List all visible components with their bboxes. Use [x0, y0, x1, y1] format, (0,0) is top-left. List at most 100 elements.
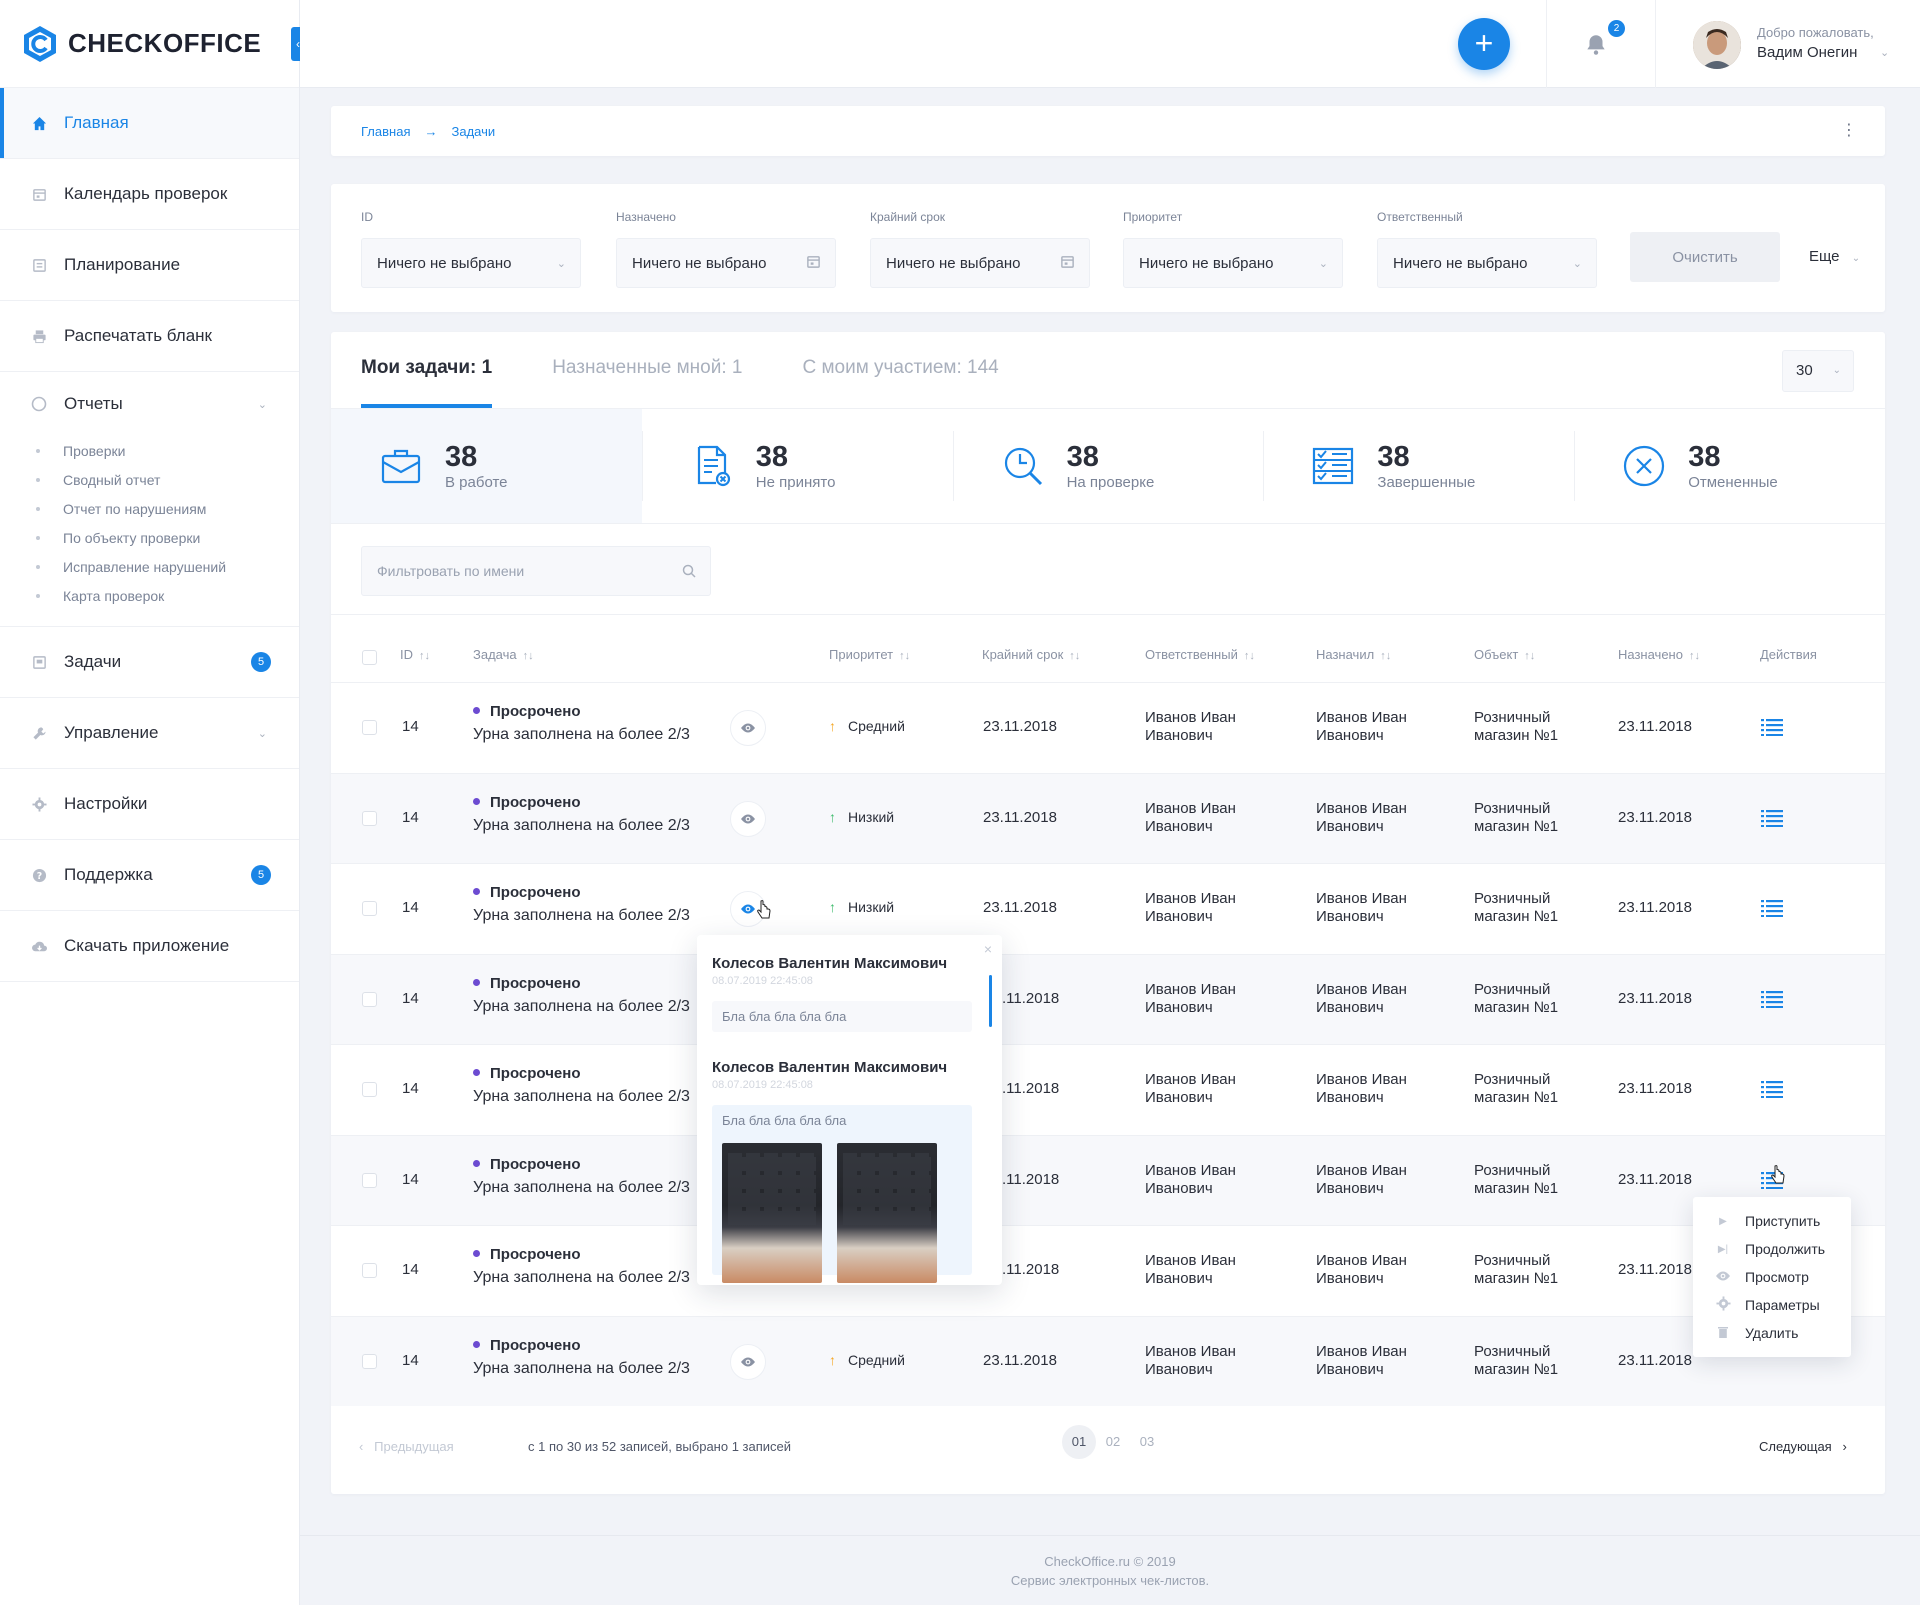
list-icon[interactable] [1761, 718, 1783, 736]
sidebar-subitem[interactable]: Отчет по нарушениям [0, 494, 299, 523]
stat-card[interactable]: 38 На проверке [952, 409, 1264, 523]
sidebar-item-calendar[interactable]: Календарь проверок [0, 159, 299, 230]
row-checkbox[interactable] [362, 991, 377, 1007]
filter-select[interactable]: Ничего не выбрано ⌄ [1377, 238, 1597, 288]
row-checkbox[interactable] [362, 1172, 377, 1188]
menu-item-skip[interactable]: ▶| Продолжить [1693, 1235, 1851, 1263]
page-size-select[interactable]: 30 ⌄ [1782, 350, 1854, 392]
sidebar-subitem[interactable]: Проверки [0, 436, 299, 465]
column-header[interactable]: Ответственный ↑↓ [1145, 647, 1255, 662]
sidebar-subitem[interactable]: Карта проверок [0, 581, 299, 610]
view-comments-button[interactable] [730, 710, 766, 746]
tab-2[interactable]: С моим участием: 144 [802, 332, 998, 408]
menu-item-gear[interactable]: Параметры [1693, 1291, 1851, 1319]
more-filters-button[interactable]: Еще ⌄ [1809, 248, 1860, 265]
sidebar-item-reports[interactable]: Отчеты ⌄ [0, 372, 299, 436]
filter-select[interactable]: Ничего не выбрано ⌄ [361, 238, 581, 288]
filter-select[interactable]: Ничего не выбрано [870, 238, 1090, 288]
row-checkbox[interactable] [362, 810, 377, 826]
add-button[interactable]: + [1458, 18, 1510, 70]
stat-card[interactable]: 38 Отмененные [1574, 409, 1885, 523]
status-dot [473, 978, 480, 986]
sidebar-item-help[interactable]: ? Поддержка 5 [0, 840, 299, 911]
attachment-photo[interactable] [837, 1143, 937, 1283]
row-checkbox[interactable] [362, 1353, 377, 1369]
sidebar-subitem[interactable]: Сводный отчет [0, 465, 299, 494]
close-icon[interactable]: × [984, 941, 992, 957]
task-status: Просрочено [473, 975, 690, 992]
page-02[interactable]: 02 [1096, 1425, 1130, 1459]
sidebar-item-home[interactable]: Главная [0, 88, 299, 159]
column-header[interactable]: Назначил ↑↓ [1316, 647, 1391, 662]
table-row[interactable]: 14 Просрочено Урна заполнена на более 2/3 ↑… [331, 1315, 1885, 1406]
sidebar-subitem[interactable]: По объекту проверки [0, 523, 299, 552]
menu-item-play[interactable]: ▶ Приступить [1693, 1207, 1851, 1235]
sidebar-item-cloud-download[interactable]: Скачать приложение [0, 911, 299, 982]
row-checkbox[interactable] [362, 1082, 377, 1097]
task-cell[interactable]: Просрочено Урна заполнена на более 2/3 [473, 1337, 690, 1378]
filter-select[interactable]: Ничего не выбрано [616, 238, 836, 288]
task-cell[interactable]: Просрочено Урна заполнена на более 2/3 [473, 794, 690, 835]
select-all-checkbox[interactable] [362, 650, 377, 665]
task-cell[interactable]: Просрочено Урна заполнена на более 2/3 [473, 1246, 690, 1287]
avatar[interactable] [1693, 21, 1741, 69]
status-dot [473, 797, 480, 805]
bell-icon[interactable] [1583, 32, 1609, 58]
filter-select[interactable]: Ничего не выбрано ⌄ [1123, 238, 1343, 288]
row-checkbox[interactable] [362, 901, 377, 916]
table-row[interactable]: 14 Просрочено Урна заполнена на более 2/3 ↑… [331, 682, 1885, 772]
logo[interactable]: CHECKOFFICE ‹ [0, 0, 305, 88]
view-comments-button[interactable] [730, 1343, 766, 1380]
menu-item-trash[interactable]: Удалить [1693, 1319, 1851, 1347]
task-cell[interactable]: Просрочено Урна заполнена на более 2/3 [473, 975, 690, 1016]
attachment-photo[interactable] [722, 1143, 822, 1283]
search-input[interactable]: Фильтровать по имени [361, 546, 711, 596]
column-header[interactable]: Приоритет ↑↓ [829, 647, 910, 662]
page-01[interactable]: 01 [1062, 1425, 1096, 1459]
stat-card[interactable]: 38 Завершенные [1263, 409, 1574, 523]
prev-page-button[interactable]: ‹ Предыдущая [359, 1439, 454, 1454]
column-header[interactable]: Крайний срок ↑↓ [982, 647, 1080, 662]
column-header[interactable]: Задача ↑↓ [473, 647, 534, 662]
sidebar-subitem[interactable]: Исправление нарушений [0, 552, 299, 581]
task-cell[interactable]: Просрочено Урна заполнена на более 2/3 [473, 1065, 690, 1106]
column-header[interactable]: Объект ↑↓ [1474, 647, 1535, 662]
chevron-down-icon[interactable]: ⌄ [1880, 46, 1889, 59]
table-row[interactable]: 14 Просрочено Урна заполнена на более 2/3.… [331, 953, 1885, 1044]
sidebar-item-gear[interactable]: Настройки [0, 769, 299, 840]
stat-card[interactable]: 38 В работе [331, 409, 642, 523]
menu-item-eye[interactable]: Просмотр [1693, 1263, 1851, 1291]
row-checkbox[interactable] [362, 1263, 377, 1278]
tab-0[interactable]: Мои задачи: 1 [361, 332, 493, 408]
sidebar-item-planning[interactable]: Планирование [0, 230, 299, 301]
breadcrumb-home[interactable]: Главная [361, 124, 410, 139]
table-row[interactable]: 14 Просрочено Урна заполнена на более 2/3.… [331, 1225, 1885, 1315]
task-cell[interactable]: Просрочено Урна заполнена на более 2/3 [473, 703, 690, 744]
scrollbar[interactable] [989, 975, 992, 1027]
tab-1[interactable]: Назначенные мной: 1 [552, 332, 742, 408]
list-icon[interactable] [1761, 990, 1783, 1008]
table-row[interactable]: 14 Просрочено Урна заполнена на более 2/3.… [331, 1134, 1885, 1225]
column-header[interactable]: Назначено ↑↓ [1618, 647, 1700, 662]
clear-filters-button[interactable]: Очистить [1630, 232, 1780, 282]
stat-card[interactable]: 38 Не принято [641, 409, 953, 523]
table-row[interactable]: 14 Просрочено Урна заполнена на более 2/3 ↑… [331, 863, 1885, 953]
more-vertical-icon[interactable]: ⋮ [1841, 120, 1857, 140]
table-row[interactable]: 14 Просрочено Урна заполнена на более 2/3.… [331, 1044, 1885, 1134]
view-comments-button[interactable] [730, 800, 766, 837]
sidebar-item-printer[interactable]: Распечатать бланк [0, 301, 299, 372]
sidebar-item-wrench[interactable]: Управление ⌄ [0, 698, 299, 769]
list-icon[interactable] [1761, 899, 1783, 917]
next-page-button[interactable]: Следующая › [1759, 1439, 1847, 1454]
table-row[interactable]: 14 Просрочено Урна заполнена на более 2/3 ↑… [331, 772, 1885, 863]
list-icon[interactable] [1761, 809, 1783, 827]
breadcrumb-current[interactable]: Задачи [451, 124, 495, 139]
column-header[interactable]: ID ↑↓ [400, 647, 430, 662]
row-checkbox[interactable] [362, 720, 377, 735]
list-icon[interactable] [1761, 1080, 1783, 1098]
sidebar-item-tasks[interactable]: Задачи 5 [0, 627, 299, 698]
page-03[interactable]: 03 [1130, 1425, 1164, 1459]
user-name[interactable]: Вадим Онегин [1757, 44, 1857, 61]
task-cell[interactable]: Просрочено Урна заполнена на более 2/3 [473, 884, 690, 925]
task-cell[interactable]: Просрочено Урна заполнена на более 2/3 [473, 1156, 690, 1197]
